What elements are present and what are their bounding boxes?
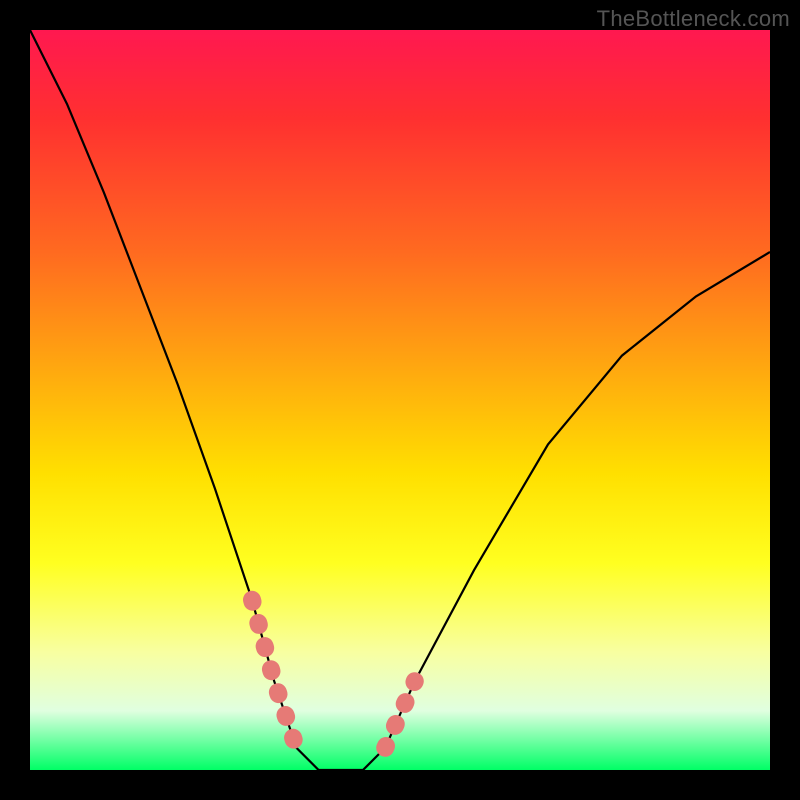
plot-area — [30, 30, 770, 770]
watermark-text: TheBottleneck.com — [597, 6, 790, 32]
chart-frame: TheBottleneck.com — [0, 0, 800, 800]
bottleneck-curve — [30, 30, 770, 770]
curve-path — [30, 30, 770, 770]
